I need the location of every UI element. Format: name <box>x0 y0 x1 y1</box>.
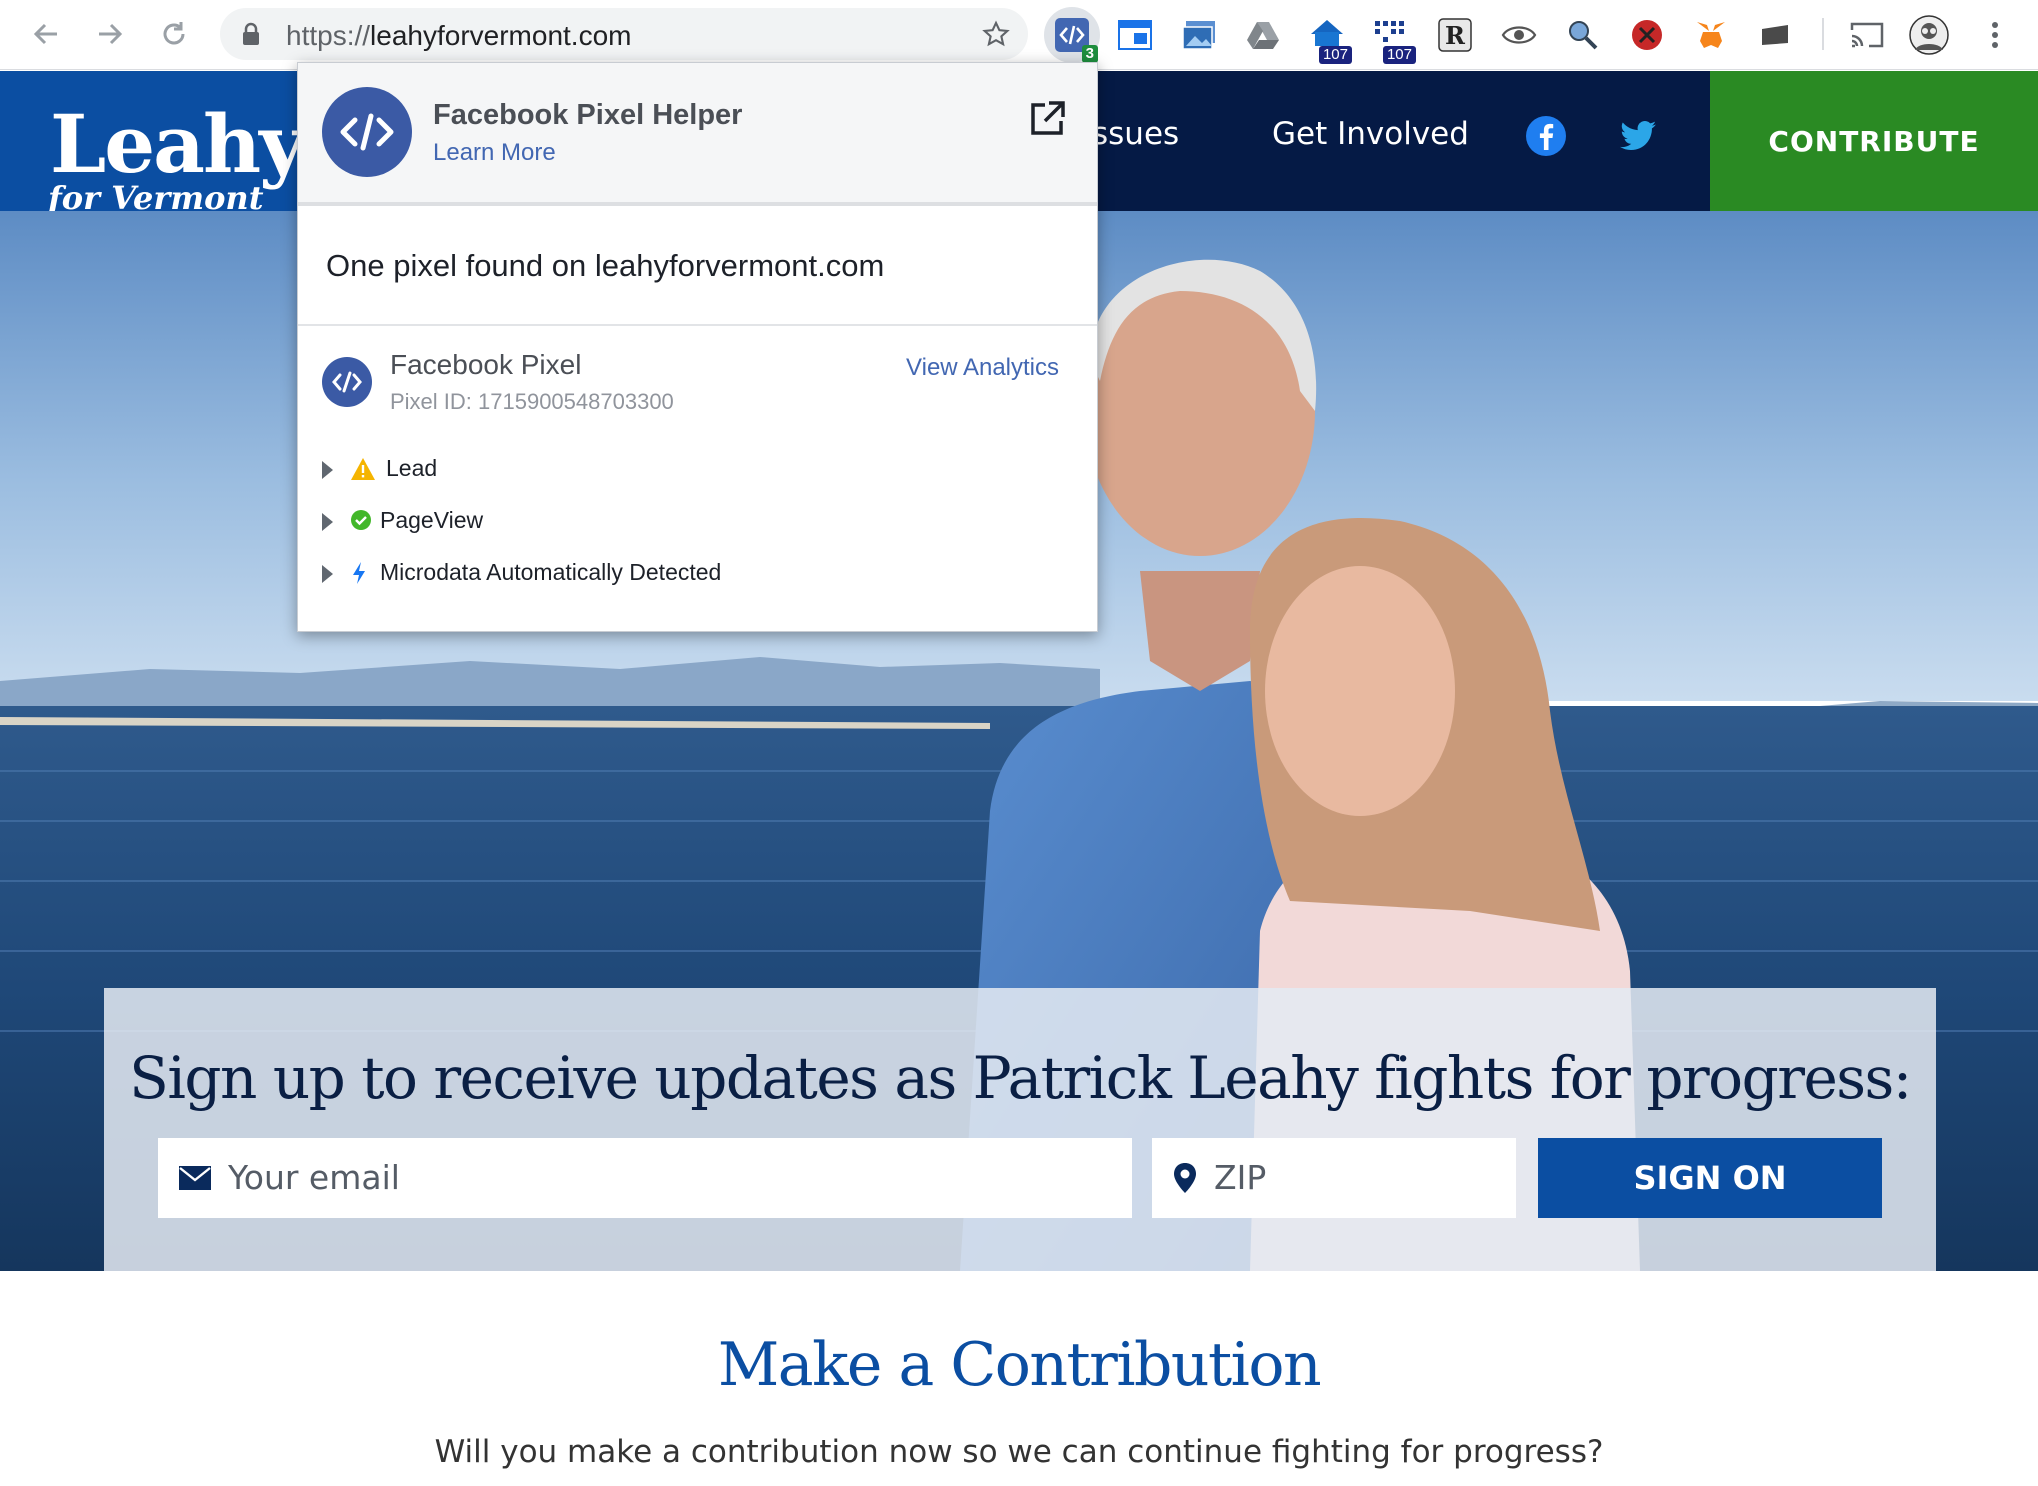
event-label: Lead <box>386 455 438 481</box>
svg-text:R: R <box>1445 21 1466 50</box>
address-bar[interactable]: https://leahyforvermont.com <box>220 8 1028 60</box>
badge-extension-1-icon[interactable]: 107 <box>1306 14 1352 64</box>
pixel-name: Facebook Pixel <box>390 349 582 380</box>
expand-triangle-icon <box>322 513 333 531</box>
pixel-summary: One pixel found on leahyforvermont.com <box>326 248 885 283</box>
cast-icon[interactable] <box>1846 14 1888 56</box>
pixel-id: Pixel ID: 1715900548703300 <box>390 389 674 414</box>
expand-triangle-icon <box>322 461 333 479</box>
code-brackets-icon <box>340 113 394 151</box>
sign-on-button[interactable]: SIGN ON <box>1538 1138 1882 1218</box>
nav-issues-link[interactable]: ssues <box>1092 116 1179 152</box>
location-pin-icon <box>1174 1163 1196 1193</box>
contribution-heading: Make a Contribution <box>717 1330 1322 1400</box>
pixel-icon <box>322 357 372 407</box>
forward-button[interactable] <box>88 12 132 56</box>
lightning-icon <box>353 562 365 584</box>
email-placeholder: Your email <box>228 1158 400 1197</box>
pixel-helper-logo <box>322 87 412 177</box>
popup-title: Facebook Pixel Helper <box>433 99 743 131</box>
warning-icon <box>351 458 375 480</box>
expand-triangle-icon <box>322 565 333 583</box>
eye-extension-icon[interactable] <box>1498 14 1540 56</box>
profile-avatar[interactable] <box>1908 14 1950 56</box>
image-extension-icon[interactable] <box>1178 14 1220 56</box>
contribution-text: Will you make a contribution now so we c… <box>434 1434 1604 1470</box>
signup-heading: Sign up to receive updates as Patrick Le… <box>129 1044 1912 1112</box>
metamask-fox-icon[interactable] <box>1690 14 1732 56</box>
magnifier-extension-icon[interactable] <box>1562 14 1604 56</box>
twitter-icon[interactable] <box>1616 114 1660 158</box>
browser-toolbar: https://leahyforvermont.com 3 107 107 R <box>0 0 2038 70</box>
url-text: https://leahyforvermont.com <box>286 20 632 51</box>
learn-more-link[interactable]: Learn More <box>433 139 556 167</box>
reload-icon <box>163 22 185 45</box>
google-drive-icon[interactable] <box>1242 14 1284 56</box>
back-button[interactable] <box>24 12 68 56</box>
more-menu-icon[interactable] <box>1974 14 2016 56</box>
logo-main-text: Leahy <box>50 97 306 191</box>
signup-panel: Sign up to receive updates as Patrick Le… <box>104 988 1936 1271</box>
code-brackets-icon <box>332 371 362 393</box>
reload-button[interactable] <box>152 12 196 56</box>
facebook-pixel-helper-extension[interactable]: 3 <box>1044 7 1100 63</box>
open-external-icon[interactable] <box>1027 99 1067 139</box>
keyboard-extension-icon[interactable] <box>1754 14 1796 56</box>
toolbar-separator <box>1822 18 1824 50</box>
envelope-icon <box>179 1166 211 1190</box>
popup-header: Facebook Pixel Helper Learn More <box>298 63 1097 206</box>
divider <box>298 324 1097 326</box>
check-circle-icon <box>351 510 371 530</box>
pixel-helper-popup: Facebook Pixel Helper Learn More One pix… <box>297 62 1098 632</box>
r-extension-icon[interactable]: R <box>1434 14 1476 56</box>
zip-placeholder: ZIP <box>1214 1158 1267 1197</box>
event-label: PageView <box>380 507 484 533</box>
back-arrow-icon <box>33 23 57 45</box>
zip-field[interactable]: ZIP <box>1152 1138 1516 1218</box>
view-analytics-link[interactable]: View Analytics <box>906 354 1059 382</box>
contribute-button[interactable]: CONTRIBUTE <box>1710 71 2038 211</box>
bookmark-star-icon[interactable] <box>982 20 1010 48</box>
window-extension-icon[interactable] <box>1114 14 1156 56</box>
extension-count-badge: 3 <box>1081 45 1098 63</box>
event-row-pageview[interactable]: PageView <box>322 505 822 539</box>
email-field[interactable]: Your email <box>158 1138 1132 1218</box>
event-label: Microdata Automatically Detected <box>380 559 722 585</box>
event-row-lead[interactable]: Lead <box>322 453 822 487</box>
forward-arrow-icon <box>99 23 123 45</box>
nav-get-involved-link[interactable]: Get Involved <box>1272 116 1469 152</box>
event-row-microdata[interactable]: Microdata Automatically Detected <box>322 557 922 591</box>
badge-extension-2-icon[interactable]: 107 <box>1370 14 1416 64</box>
facebook-icon[interactable] <box>1524 114 1568 158</box>
blocker-extension-icon[interactable] <box>1626 14 1668 56</box>
lock-icon <box>243 22 259 45</box>
